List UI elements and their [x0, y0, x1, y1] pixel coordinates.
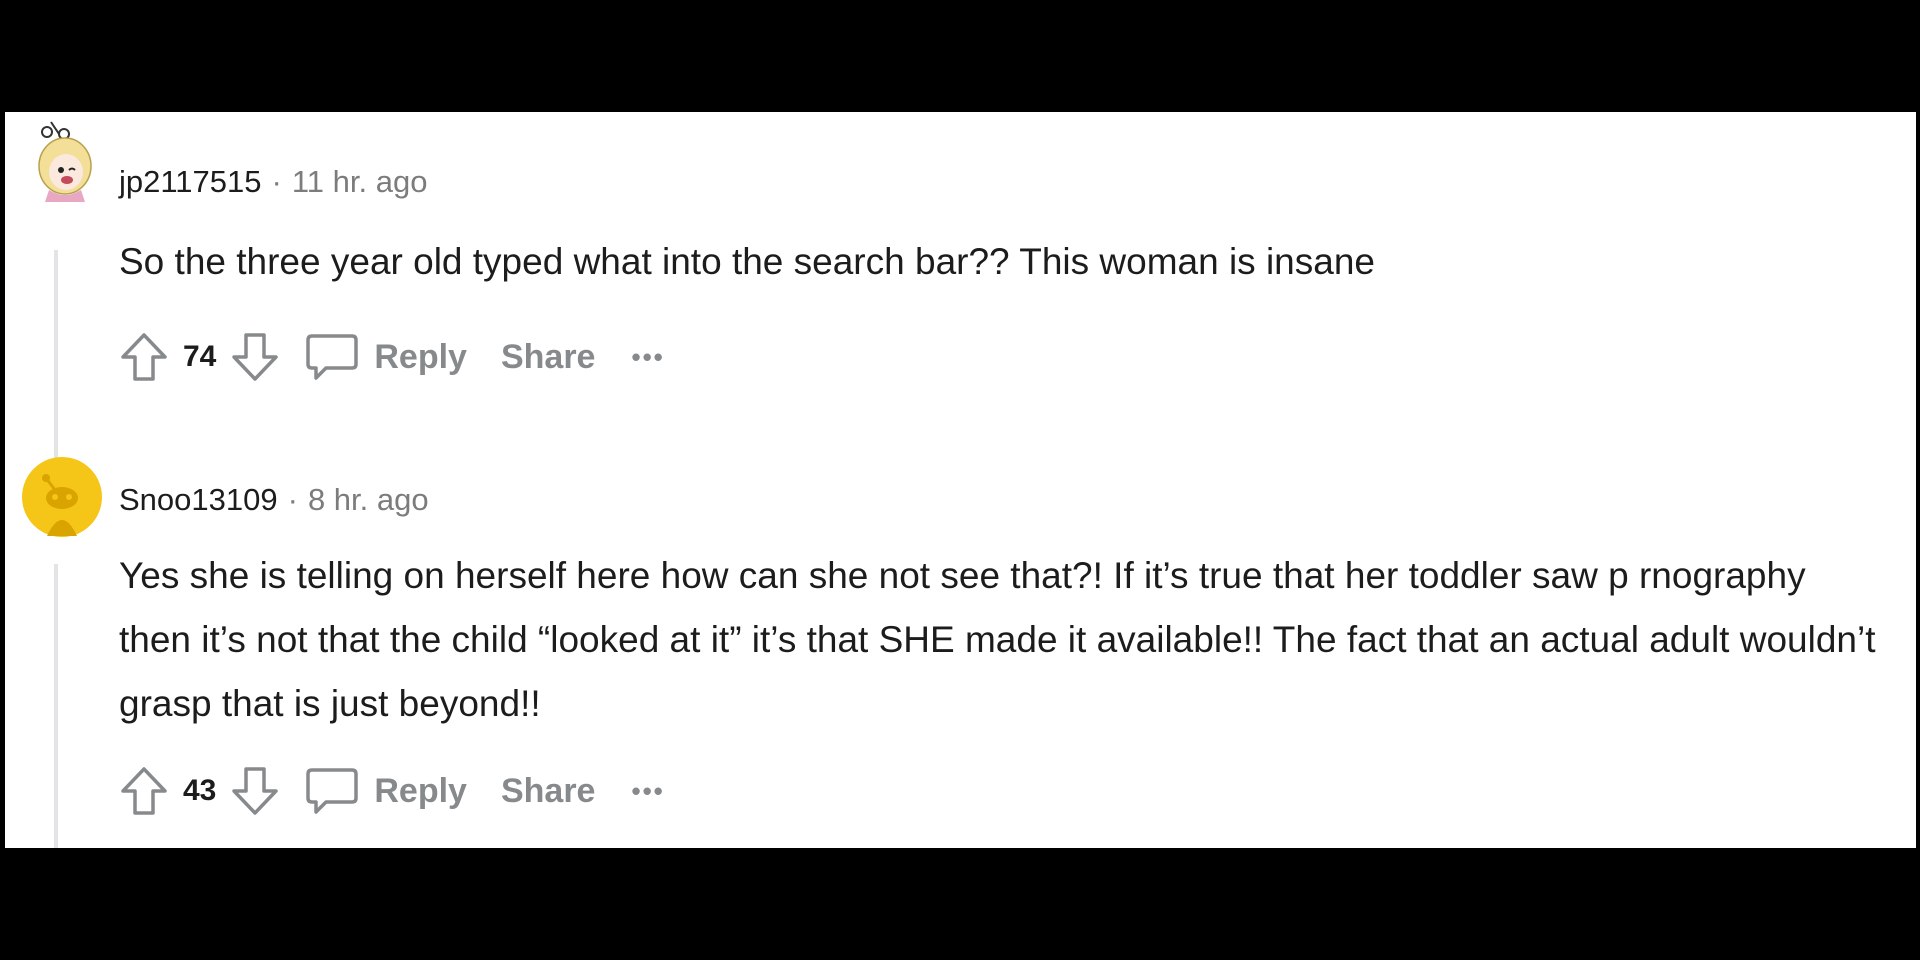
share-button[interactable]: Share	[501, 338, 596, 377]
comment-header-1: jp2117515 · 11 hr. ago	[119, 164, 427, 200]
more-options-button[interactable]: •••	[631, 342, 664, 373]
timestamp[interactable]: 11 hr. ago	[292, 164, 428, 200]
upvote-icon[interactable]	[119, 765, 169, 817]
user-avatar-1[interactable]	[21, 120, 103, 202]
comment-actions-1: 74 Reply Share •••	[119, 330, 665, 384]
comment-body: Yes she is telling on herself here how c…	[119, 555, 1876, 724]
snoo-avatar-default-icon	[22, 457, 102, 537]
user-avatar-2[interactable]	[21, 456, 103, 538]
comment-body: So the three year old typed what into th…	[119, 241, 1375, 282]
thread-line-2[interactable]	[54, 564, 58, 848]
comment-actions-2: 43 Reply Share •••	[119, 764, 665, 818]
more-options-button[interactable]: •••	[631, 776, 664, 807]
separator-dot: ·	[287, 482, 298, 517]
reply-button[interactable]: Reply	[374, 772, 467, 811]
comment-panel: jp2117515 · 11 hr. ago So the three year…	[5, 112, 1916, 848]
comment-bubble-icon[interactable]	[304, 330, 360, 384]
share-button[interactable]: Share	[501, 772, 596, 811]
separator-dot: ·	[271, 164, 282, 199]
timestamp[interactable]: 8 hr. ago	[308, 482, 429, 518]
comment-header-2: Snoo13109 · 8 hr. ago	[119, 482, 429, 518]
downvote-icon[interactable]	[230, 331, 280, 383]
comment-bubble-icon[interactable]	[304, 764, 360, 818]
username[interactable]: Snoo13109	[119, 482, 278, 518]
vote-count: 43	[183, 774, 217, 807]
username[interactable]: jp2117515	[119, 164, 262, 200]
upvote-icon[interactable]	[119, 331, 169, 383]
reply-button[interactable]: Reply	[374, 338, 467, 377]
snoo-avatar-blonde-icon	[38, 121, 92, 202]
vote-count: 74	[183, 340, 217, 373]
downvote-icon[interactable]	[230, 765, 280, 817]
